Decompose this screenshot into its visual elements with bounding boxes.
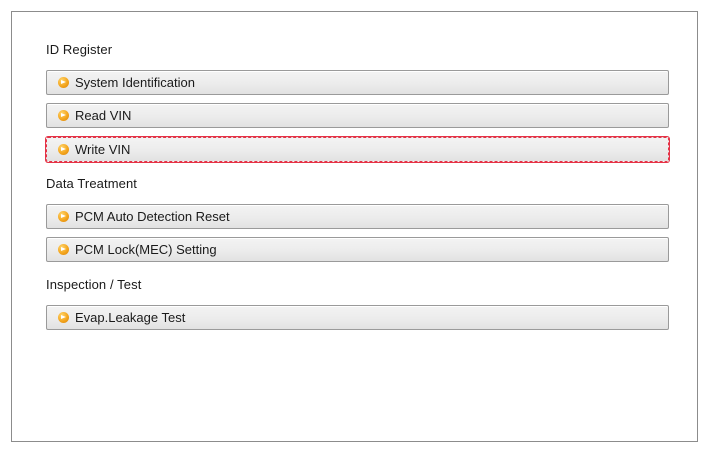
orange-arrow-bullet-icon (58, 211, 69, 222)
orange-arrow-bullet-icon (58, 77, 69, 88)
menu-panel: ID Register System Identification Read V… (11, 11, 698, 442)
orange-arrow-bullet-icon (58, 110, 69, 121)
evap-leakage-test-button[interactable]: Evap.Leakage Test (46, 305, 669, 330)
evap-leakage-test-label: Evap.Leakage Test (75, 310, 186, 325)
pcm-lock-mec-setting-button[interactable]: PCM Lock(MEC) Setting (46, 237, 669, 262)
orange-arrow-bullet-icon (58, 312, 69, 323)
write-vin-button[interactable]: Write VIN (46, 137, 669, 162)
pcm-auto-detection-reset-label: PCM Auto Detection Reset (75, 209, 230, 224)
read-vin-label: Read VIN (75, 108, 132, 123)
section-title-data-treatment: Data Treatment (46, 176, 137, 191)
pcm-lock-mec-setting-label: PCM Lock(MEC) Setting (75, 242, 217, 257)
section-title-id-register: ID Register (46, 42, 113, 57)
orange-arrow-bullet-icon (58, 244, 69, 255)
pcm-auto-detection-reset-button[interactable]: PCM Auto Detection Reset (46, 204, 669, 229)
orange-arrow-bullet-icon (58, 144, 69, 155)
section-title-inspection-test: Inspection / Test (46, 277, 142, 292)
system-identification-label: System Identification (75, 75, 195, 90)
system-identification-button[interactable]: System Identification (46, 70, 669, 95)
read-vin-button[interactable]: Read VIN (46, 103, 669, 128)
write-vin-label: Write VIN (75, 142, 131, 157)
